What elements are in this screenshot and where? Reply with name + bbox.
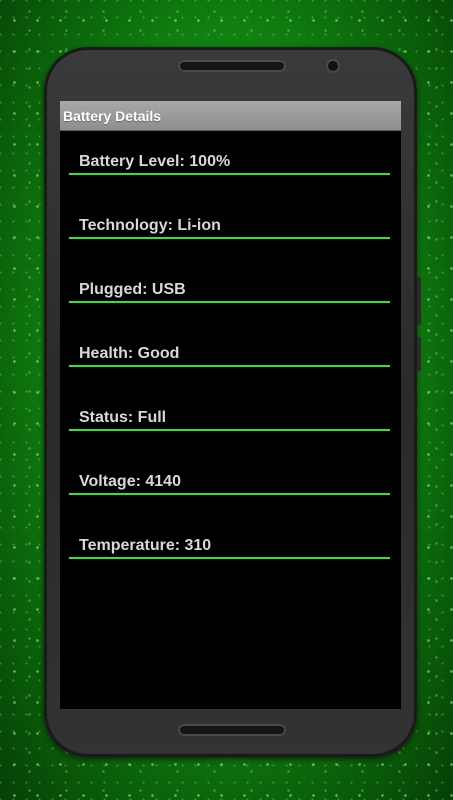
status-label: Status: Full bbox=[79, 409, 167, 426]
list-item-plugged: Plugged: USB bbox=[60, 280, 401, 344]
earpiece-speaker bbox=[178, 60, 286, 72]
power-button bbox=[417, 337, 421, 371]
health-label: Health: Good bbox=[79, 345, 180, 362]
divider-line bbox=[69, 173, 390, 175]
technology-label: Technology: Li-ion bbox=[79, 217, 221, 234]
details-list: Battery Level: 100% Technology: Li-ion P… bbox=[60, 131, 401, 600]
volume-button bbox=[417, 277, 421, 325]
front-camera-icon bbox=[328, 61, 338, 71]
list-item-battery-level: Battery Level: 100% bbox=[60, 152, 401, 216]
title-bar: Battery Details bbox=[60, 101, 401, 131]
plugged-label: Plugged: USB bbox=[79, 281, 186, 298]
phone-frame: Battery Details Battery Level: 100% Tech… bbox=[44, 47, 421, 757]
divider-line bbox=[69, 301, 390, 303]
bottom-speaker bbox=[178, 724, 286, 736]
list-item-temperature: Temperature: 310 bbox=[60, 536, 401, 600]
divider-line bbox=[69, 237, 390, 239]
battery-level-label: Battery Level: 100% bbox=[79, 153, 231, 170]
list-item-health: Health: Good bbox=[60, 344, 401, 408]
voltage-label: Voltage: 4140 bbox=[79, 473, 181, 490]
divider-line bbox=[69, 557, 390, 559]
temperature-label: Temperature: 310 bbox=[79, 537, 212, 554]
list-item-status: Status: Full bbox=[60, 408, 401, 472]
app-screen: Battery Details Battery Level: 100% Tech… bbox=[60, 101, 401, 709]
divider-line bbox=[69, 493, 390, 495]
list-item-technology: Technology: Li-ion bbox=[60, 216, 401, 280]
divider-line bbox=[69, 365, 390, 367]
divider-line bbox=[69, 429, 390, 431]
app-title: Battery Details bbox=[63, 107, 162, 124]
list-item-voltage: Voltage: 4140 bbox=[60, 472, 401, 536]
